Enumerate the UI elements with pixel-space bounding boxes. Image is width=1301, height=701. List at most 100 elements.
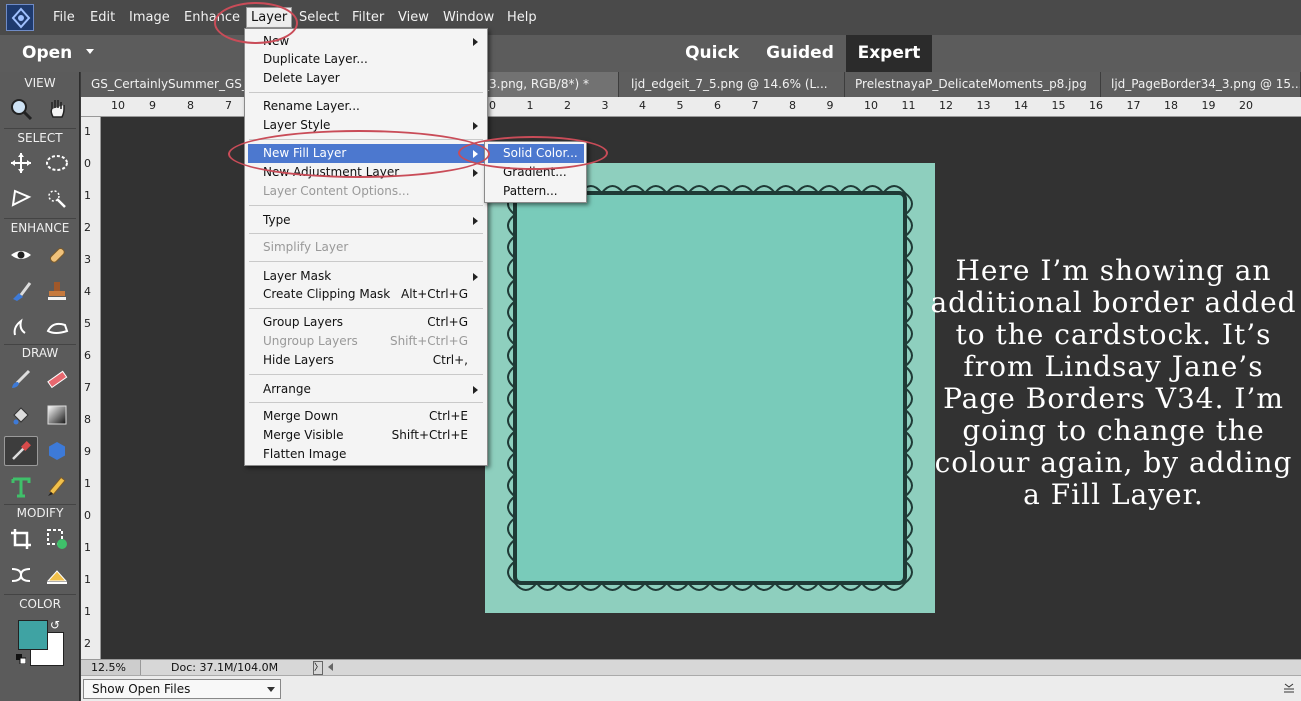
menu-layer[interactable]: Layer <box>246 7 293 28</box>
ruler-tick-label: 2 <box>84 637 91 650</box>
spot-healing-icon[interactable] <box>40 240 74 270</box>
menu-file[interactable]: File <box>53 9 75 27</box>
scroll-left-icon[interactable] <box>328 663 333 671</box>
menu-item-merge-visible[interactable]: Merge Visible Shift+Ctrl+E <box>248 426 484 445</box>
menu-item-pattern[interactable]: Pattern... <box>488 182 584 201</box>
smart-brush-icon[interactable] <box>4 276 38 306</box>
menu-select[interactable]: Select <box>299 9 339 27</box>
tab-quick[interactable]: Quick <box>676 35 748 72</box>
sponge-tool-icon[interactable] <box>40 312 74 342</box>
menu-item-layer-mask[interactable]: Layer Mask <box>248 267 484 286</box>
menu-item-label: Type <box>263 213 291 227</box>
menu-item-label: Ungroup Layers <box>263 334 358 348</box>
default-colors-icon[interactable] <box>16 654 26 664</box>
clone-stamp-icon[interactable] <box>40 276 74 306</box>
content-aware-move-icon[interactable] <box>4 560 38 590</box>
menu-filter[interactable]: Filter <box>352 9 384 27</box>
red-eye-icon[interactable] <box>4 240 38 270</box>
open-button[interactable]: Open <box>22 43 72 63</box>
pencil-tool-icon[interactable] <box>40 472 74 502</box>
open-dropdown-arrow-icon[interactable] <box>86 49 94 54</box>
menu-separator <box>249 233 483 234</box>
menu-item-duplicate-layer[interactable]: Duplicate Layer... <box>248 50 484 69</box>
menu-item-label: Merge Down <box>263 409 339 423</box>
menu-item-gradient[interactable]: Gradient... <box>488 163 584 182</box>
straighten-tool-icon[interactable] <box>40 560 74 590</box>
section-enhance-label: ENHANCE <box>10 221 70 235</box>
foreground-color-swatch[interactable] <box>18 620 48 650</box>
doc-tab[interactable]: GS_CertainlySummer_GS_C <box>81 72 251 97</box>
menu-item-new-fill-layer[interactable]: New Fill Layer <box>248 144 484 163</box>
ruler-tick-label: 0 <box>489 99 496 112</box>
menu-view[interactable]: View <box>398 9 429 27</box>
menu-item-layer-style[interactable]: Layer Style <box>248 116 484 135</box>
gradient-tool-icon[interactable] <box>40 400 74 430</box>
menu-item-shortcut: Shift+Ctrl+E <box>391 428 468 442</box>
move-tool-icon[interactable] <box>4 148 38 178</box>
menu-enhance[interactable]: Enhance <box>184 9 240 27</box>
panel-menu-icon[interactable] <box>1283 683 1295 693</box>
marquee-tool-icon[interactable] <box>40 148 74 178</box>
menu-edit[interactable]: Edit <box>90 9 115 27</box>
tab-guided[interactable]: Guided <box>760 35 840 72</box>
zoom-tool-icon[interactable] <box>4 94 38 124</box>
status-next-icon[interactable]: 〉 <box>313 661 323 675</box>
menu-item-type[interactable]: Type <box>248 211 484 230</box>
brush-tool-icon[interactable] <box>4 364 38 394</box>
ruler-tick-label: 1 <box>84 477 91 490</box>
ruler-tick-label: 13 <box>976 99 991 112</box>
ruler-tick-label: 8 <box>187 99 194 112</box>
menu-item-simplify-layer[interactable]: Simplify Layer <box>248 238 484 257</box>
scrapbook-page[interactable] <box>485 163 935 613</box>
ruler-tick-label: 5 <box>84 317 91 330</box>
menu-item-hide-layers[interactable]: Hide Layers Ctrl+, <box>248 351 484 370</box>
blur-tool-icon[interactable] <box>4 312 38 342</box>
menu-image[interactable]: Image <box>129 9 170 27</box>
menu-help[interactable]: Help <box>507 9 537 27</box>
menu-item-new-adjustment-layer[interactable]: New Adjustment Layer <box>248 163 484 182</box>
ruler-tick-label: 4 <box>84 285 91 298</box>
eraser-tool-icon[interactable] <box>40 364 74 394</box>
doc-tab[interactable]: ljd_PageBorder34_3.png @ 15... <box>1101 72 1301 97</box>
crop-tool-icon[interactable] <box>4 524 38 554</box>
fill-layer-submenu: Solid Color... Gradient... Pattern... <box>484 141 587 203</box>
paint-bucket-icon[interactable] <box>4 400 38 430</box>
doc-tab[interactable]: ljd_edgeit_7_5.png @ 14.6% (L... <box>621 72 845 97</box>
menu-item-delete-layer[interactable]: Delete Layer <box>248 69 484 88</box>
lasso-tool-icon[interactable] <box>4 184 38 214</box>
chevron-down-icon <box>267 687 275 692</box>
tab-expert[interactable]: Expert <box>846 35 932 72</box>
recompose-tool-icon[interactable] <box>40 524 74 554</box>
menu-item-solid-color[interactable]: Solid Color... <box>488 144 584 163</box>
zoom-level[interactable]: 12.5% <box>81 660 141 676</box>
ruler-tick-label: 1 <box>84 605 91 618</box>
hand-tool-icon[interactable] <box>40 94 74 124</box>
swap-colors-icon[interactable]: ↺ <box>50 618 60 632</box>
menu-item-group-layers[interactable]: Group Layers Ctrl+G <box>248 313 484 332</box>
ruler-tick-label: 3 <box>84 253 91 266</box>
menu-item-create-clipping-mask[interactable]: Create Clipping Mask Alt+Ctrl+G <box>248 285 484 304</box>
menu-item-arrange[interactable]: Arrange <box>248 380 484 399</box>
menu-item-merge-down[interactable]: Merge Down Ctrl+E <box>248 407 484 426</box>
menu-item-rename-layer[interactable]: Rename Layer... <box>248 97 484 116</box>
custom-shape-icon[interactable] <box>40 436 74 466</box>
menu-item-new[interactable]: New <box>248 32 484 51</box>
doc-tab[interactable]: PrelestnayaP_DelicateMoments_p8.jpg <box>845 72 1101 97</box>
quick-selection-icon[interactable] <box>40 184 74 214</box>
show-open-files-dropdown[interactable]: Show Open Files <box>83 679 281 699</box>
menu-window[interactable]: Window <box>443 9 494 27</box>
submenu-arrow-icon <box>473 122 478 130</box>
menu-item-layer-content-options[interactable]: Layer Content Options... <box>248 182 484 201</box>
doc-tab-active[interactable]: _3.png, RGB/8*) * <box>479 72 619 97</box>
eyedropper-tool-icon[interactable] <box>4 436 38 466</box>
menu-separator <box>249 205 483 206</box>
menu-item-flatten-image[interactable]: Flatten Image <box>248 445 484 464</box>
menu-item-label: Layer Mask <box>263 269 332 283</box>
menu-separator <box>249 308 483 309</box>
ruler-tick-label: 7 <box>751 99 759 112</box>
document-size: Doc: 37.1M/104.0M <box>171 661 279 674</box>
type-tool-icon[interactable] <box>4 472 38 502</box>
ruler-tick-label: 17 <box>1126 99 1141 112</box>
menu-item-ungroup-layers[interactable]: Ungroup Layers Shift+Ctrl+G <box>248 332 484 351</box>
app-logo-icon[interactable] <box>6 4 34 31</box>
